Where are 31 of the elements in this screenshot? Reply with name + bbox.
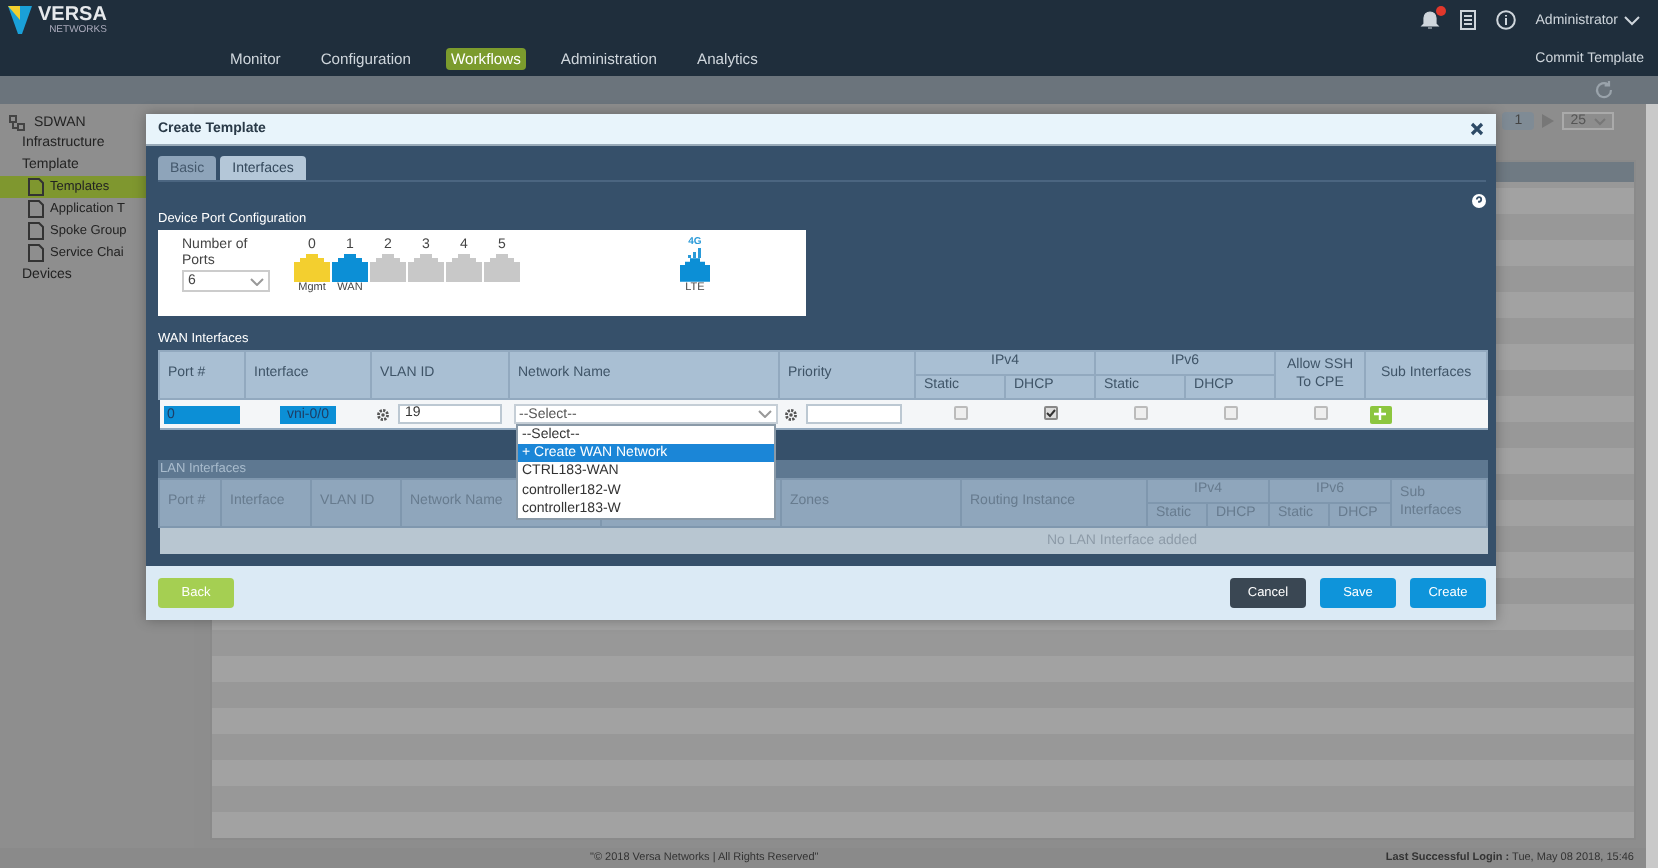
ethernet-port-icon[interactable] [408, 254, 444, 282]
refresh-icon[interactable] [1594, 80, 1614, 100]
ethernet-port-icon[interactable] [370, 254, 406, 282]
checkbox[interactable] [953, 406, 967, 421]
network-icon [8, 113, 26, 131]
checkbox[interactable] [1043, 406, 1057, 421]
chevron-down-icon [250, 277, 264, 286]
logo-text: VERSA [38, 5, 107, 25]
add-button[interactable] [1369, 405, 1392, 423]
ethernet-port-icon[interactable] [680, 258, 710, 282]
checkbox[interactable] [1133, 406, 1148, 421]
ethernet-port-icon[interactable] [484, 254, 520, 282]
logo-icon [8, 6, 32, 34]
notification-bell-icon[interactable] [1419, 10, 1440, 30]
checkbox[interactable] [1223, 406, 1238, 421]
close-icon[interactable] [1470, 122, 1484, 136]
signal-icon [688, 248, 702, 258]
ethernet-port-icon[interactable] [446, 254, 482, 282]
settings-icon[interactable] [375, 407, 389, 421]
help-icon[interactable] [1472, 194, 1486, 208]
ethernet-port-icon[interactable] [332, 254, 368, 282]
info-icon[interactable] [1495, 10, 1516, 30]
priority-field[interactable] [805, 404, 901, 424]
chevron-down-icon [1624, 15, 1640, 25]
ethernet-port-icon[interactable] [294, 254, 330, 282]
checkbox[interactable] [1313, 406, 1328, 421]
scrollbar[interactable] [1646, 104, 1658, 868]
chevron-down-icon [757, 410, 771, 418]
chevron-down-icon [1594, 117, 1606, 125]
settings-icon[interactable] [783, 407, 797, 421]
document-icon[interactable] [1459, 10, 1476, 30]
